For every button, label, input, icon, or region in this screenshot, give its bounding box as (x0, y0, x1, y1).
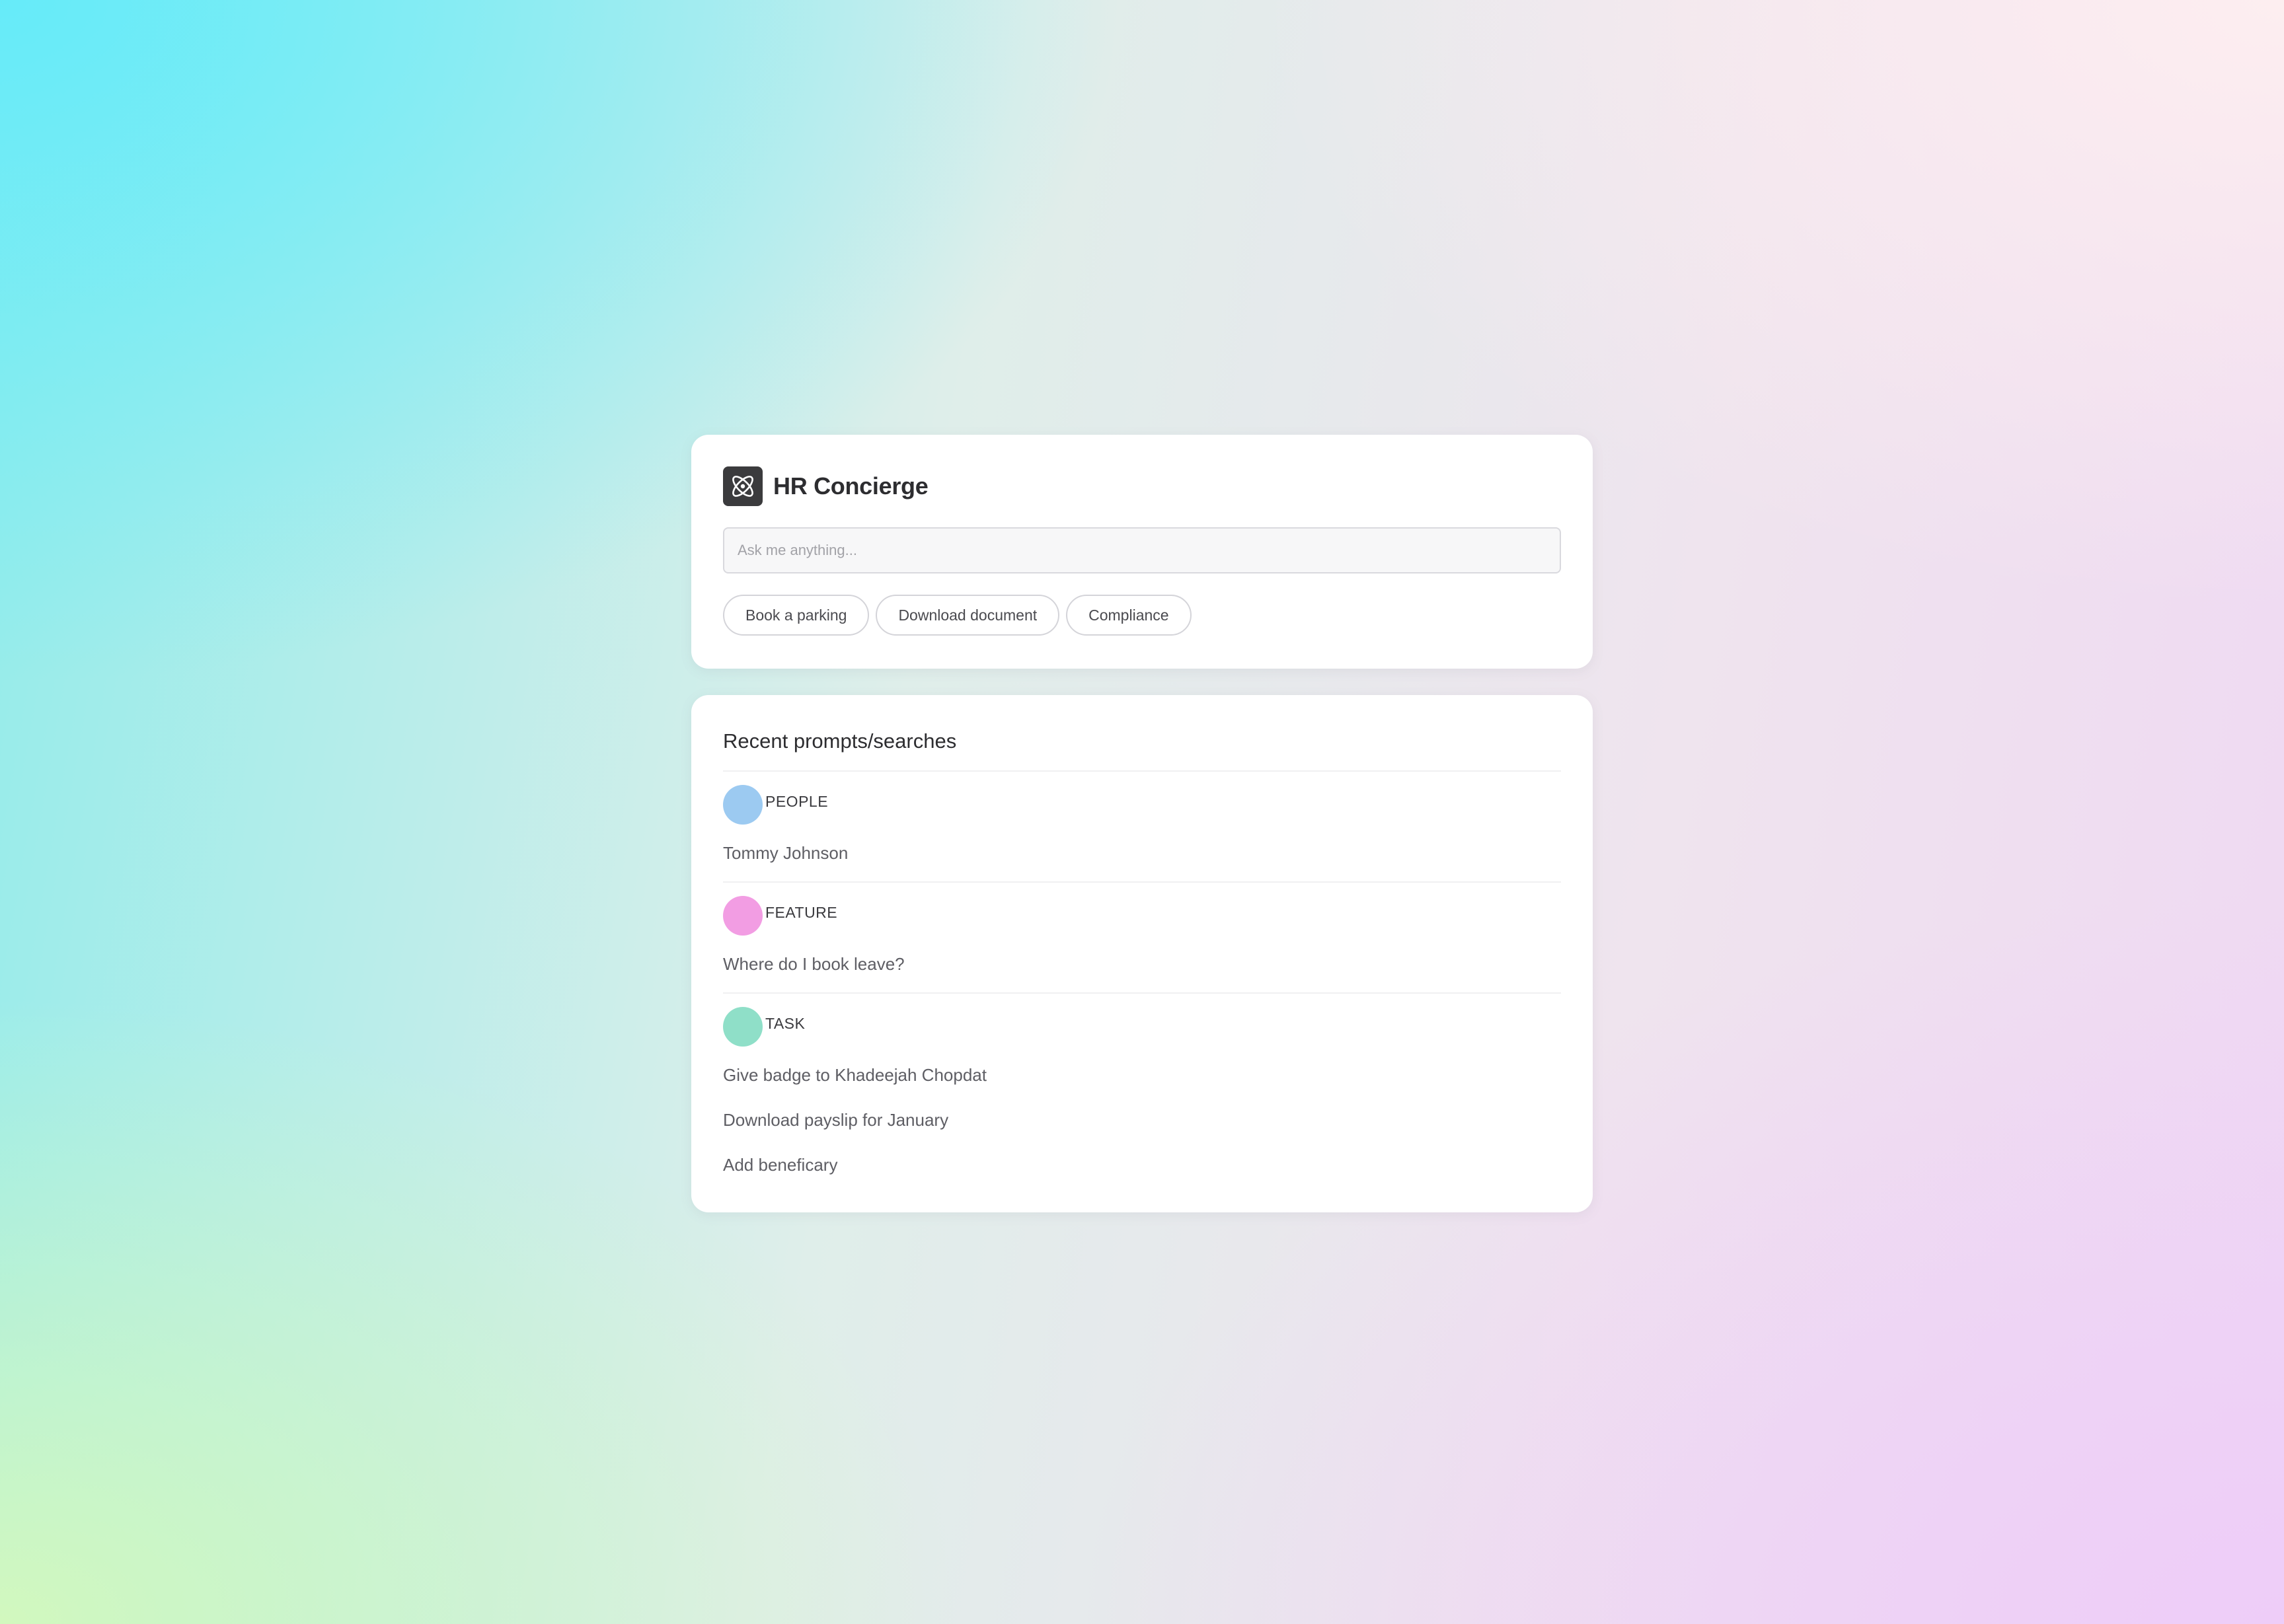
divider (723, 770, 1561, 772)
recent-item[interactable]: Give badge to Khadeejah Chopdat (723, 1065, 987, 1086)
divider (723, 881, 1561, 883)
download-document-button[interactable]: Download document (876, 595, 1060, 636)
app-title: HR Concierge (773, 472, 929, 499)
search-input[interactable] (723, 527, 1561, 573)
category-dot (723, 896, 763, 936)
book-parking-button[interactable]: Book a parking (723, 595, 870, 636)
recent-item[interactable]: Download payslip for January (723, 1110, 948, 1130)
recent-card: Recent prompts/searches PEOPLE Tommy Joh… (691, 695, 1593, 1212)
category-task: TASK (723, 1007, 805, 1047)
quick-actions: Book a parking Download document Complia… (723, 595, 1192, 636)
compliance-button[interactable]: Compliance (1066, 595, 1192, 636)
recent-item[interactable]: Where do I book leave? (723, 954, 905, 975)
category-label: FEATURE (765, 903, 838, 921)
recent-item[interactable]: Add beneficary (723, 1155, 837, 1175)
category-dot (723, 1007, 763, 1047)
divider (723, 992, 1561, 994)
category-people: PEOPLE (723, 785, 828, 825)
recent-title: Recent prompts/searches (723, 729, 957, 753)
category-feature: FEATURE (723, 896, 837, 936)
concierge-card: HR Concierge Book a parking Download doc… (691, 435, 1593, 669)
recent-item[interactable]: Tommy Johnson (723, 843, 848, 864)
category-dot (723, 785, 763, 825)
card-header: HR Concierge (723, 466, 929, 506)
category-label: TASK (765, 1014, 806, 1032)
atom-icon (723, 466, 763, 506)
category-label: PEOPLE (765, 792, 829, 810)
